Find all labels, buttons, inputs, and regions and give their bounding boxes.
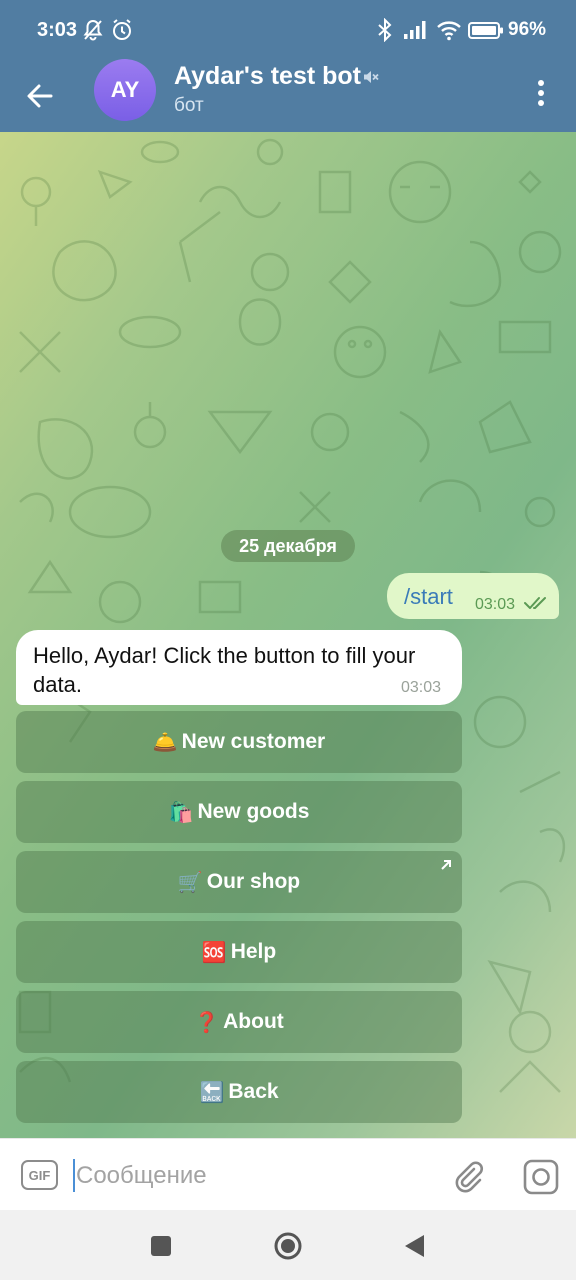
muted-speaker-icon <box>364 71 379 83</box>
camera-icon[interactable] <box>522 1158 560 1196</box>
keyboard-button-about[interactable]: ❓ About <box>16 991 462 1053</box>
keyboard-button-our-shop[interactable]: 🛒 Our shop <box>16 851 462 913</box>
home-circle-icon[interactable] <box>273 1231 303 1261</box>
battery-icon <box>468 22 503 39</box>
signal-icon <box>404 21 426 39</box>
question-mark-icon: ❓ <box>194 1011 220 1034</box>
keyboard-button-label: Our shop <box>206 870 301 893</box>
date-separator: 25 декабря <box>221 530 355 562</box>
message-time: 03:03 <box>475 596 516 613</box>
chat-subtitle: бот <box>174 95 204 116</box>
back-triangle-icon[interactable] <box>400 1231 430 1261</box>
battery-percent: 96% <box>508 19 547 40</box>
gif-label: GIF <box>28 1167 51 1183</box>
system-nav-bar <box>0 1210 576 1280</box>
date-label: 25 декабря <box>239 535 337 556</box>
sos-icon: 🆘 <box>201 941 227 964</box>
keyboard-button-label: New customer <box>181 730 326 753</box>
incoming-message[interactable]: Hello, Aydar! Click the button to fill y… <box>16 630 462 705</box>
double-check-icon <box>524 597 546 609</box>
keyboard-button-new-customer[interactable]: 🛎️ New customer <box>16 711 462 773</box>
keyboard-button-label: About <box>223 1010 284 1033</box>
keyboard-button-label: Back <box>228 1080 279 1103</box>
message-composer: GIF <box>0 1138 576 1211</box>
keyboard-button-label: New goods <box>197 800 310 823</box>
status-bar: 3:03 96% <box>0 0 576 62</box>
back-arrow-icon[interactable] <box>20 76 60 116</box>
message-input[interactable] <box>72 1157 436 1195</box>
recents-square-icon[interactable] <box>146 1231 176 1261</box>
message-text: Hello, Aydar! Click the button to fill y… <box>33 643 416 697</box>
chat-area[interactable]: 25 декабря /start 03:03 Hello, Aydar! Cl… <box>0 132 576 1138</box>
shopping-bags-icon: 🛍️ <box>168 801 194 824</box>
shopping-cart-icon: 🛒 <box>177 871 203 894</box>
outgoing-message[interactable]: /start 03:03 <box>387 573 559 619</box>
gif-button[interactable]: GIF <box>21 1160 58 1190</box>
bellhop-bell-icon: 🛎️ <box>152 731 178 754</box>
chat-header: AY Aydar's test bot бот <box>0 59 576 132</box>
message-time: 03:03 <box>401 679 442 696</box>
paperclip-icon[interactable] <box>452 1159 488 1195</box>
bell-off-icon <box>83 19 103 41</box>
avatar[interactable]: AY <box>94 59 156 121</box>
wifi-icon <box>437 21 461 41</box>
keyboard-button-new-goods[interactable]: 🛍️ New goods <box>16 781 462 843</box>
back-arrow-icon: 🔙 <box>199 1081 225 1104</box>
keyboard-button-back[interactable]: 🔙 Back <box>16 1061 462 1123</box>
bluetooth-icon <box>378 18 392 42</box>
alarm-icon <box>113 19 131 40</box>
avatar-initials: AY <box>110 77 140 102</box>
chat-title[interactable]: Aydar's test bot <box>174 62 361 91</box>
keyboard-button-help[interactable]: 🆘 Help <box>16 921 462 983</box>
message-text[interactable]: /start <box>404 584 453 610</box>
open-external-arrow-icon <box>441 860 451 870</box>
keyboard-button-label: Help <box>230 940 277 963</box>
status-time: 3:03 <box>37 19 78 41</box>
more-vert-icon[interactable] <box>526 74 556 114</box>
